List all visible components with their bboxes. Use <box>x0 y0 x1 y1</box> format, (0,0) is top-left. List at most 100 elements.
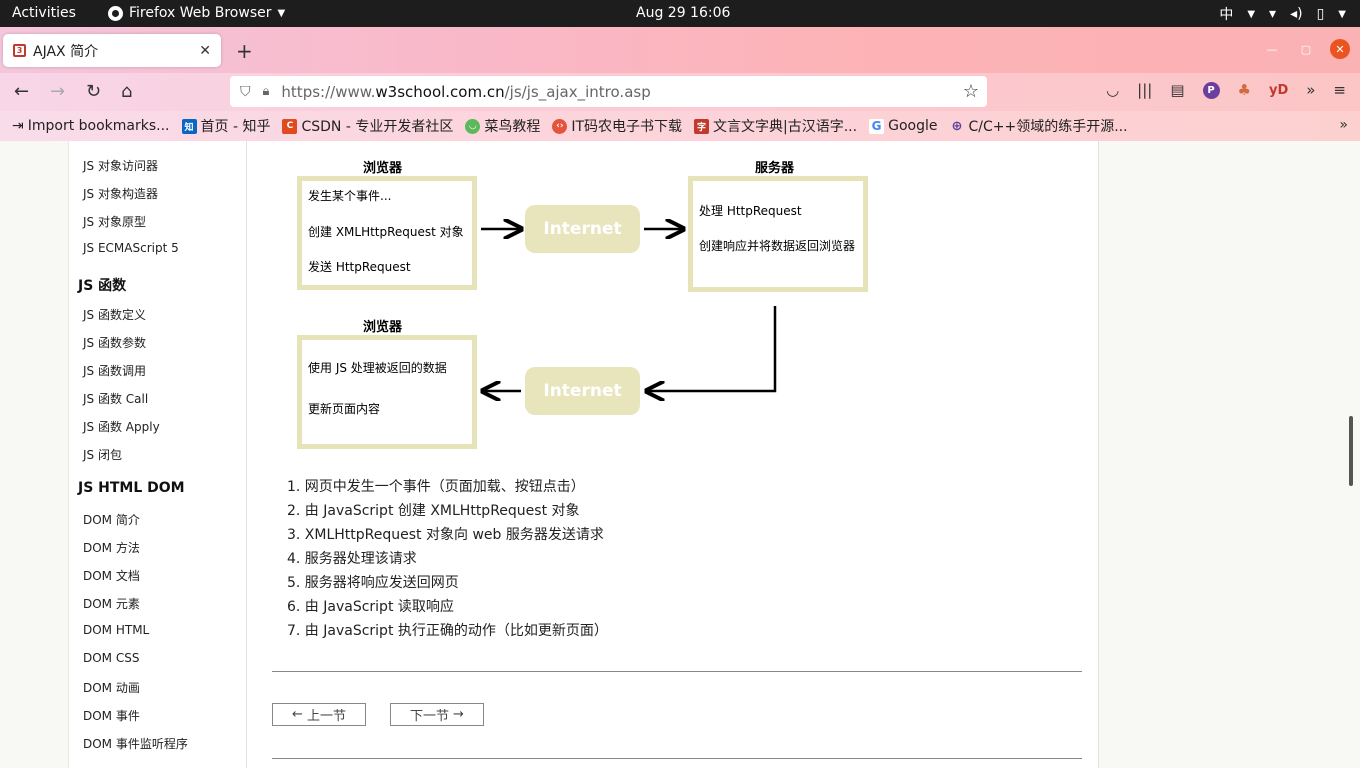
navigation-bar: ← → ↻ ⌂ ⛉ 🔒︎ https://www.w3school.com.cn… <box>0 73 1360 111</box>
next-page-button[interactable]: 下一节 → <box>390 703 484 726</box>
zhihu-icon: 知 <box>181 118 197 134</box>
arrow-right-icon: → <box>453 707 464 722</box>
itbook-icon: ‹› <box>552 118 568 134</box>
sidebar-item[interactable]: JS 函数调用 <box>83 362 146 379</box>
lock-icon[interactable]: 🔒︎ <box>263 84 270 99</box>
diagram-arrows <box>297 151 777 456</box>
sidebar-item[interactable]: DOM 方法 <box>83 539 140 556</box>
bookmark-item[interactable]: 字文言文字典|古汉语字... <box>694 116 857 136</box>
scrollbar-thumb[interactable] <box>1349 416 1353 486</box>
bookmark-item[interactable]: G Google <box>869 118 937 134</box>
sidebar-item[interactable]: JS 函数 Call <box>83 390 148 407</box>
divider <box>272 758 1082 759</box>
extension-tree-icon[interactable]: ♣ <box>1238 81 1251 99</box>
app-menu[interactable]: Firefox Web Browser ▼ <box>108 5 285 21</box>
list-item: 3. XMLHttpRequest 对象向 web 服务器发送请求 <box>287 527 604 543</box>
sidebar-item[interactable]: DOM 简介 <box>83 511 140 528</box>
forward-icon[interactable]: → <box>50 81 65 102</box>
youdao-icon[interactable]: yD <box>1269 83 1288 98</box>
bookmark-star-icon[interactable]: ☆ <box>963 81 979 102</box>
list-item: 7. 由 JavaScript 执行正确的动作（比如更新页面） <box>287 623 608 639</box>
sidebar-item[interactable]: DOM CSS <box>83 651 139 665</box>
reload-icon[interactable]: ↻ <box>86 81 101 102</box>
system-top-bar: Activities Firefox Web Browser ▼ Aug 29 … <box>0 0 1360 27</box>
bookmark-item[interactable]: ◡ 菜鸟教程 <box>465 116 540 136</box>
hamburger-menu-icon[interactable]: ≡ <box>1333 81 1346 99</box>
wifi-icon[interactable]: ▾ <box>1269 6 1276 22</box>
input-method-indicator[interactable]: 中 <box>1219 4 1233 24</box>
firefox-icon <box>108 5 123 21</box>
url-bar[interactable]: ⛉ 🔒︎ https://www.w3school.com.cn/js/js_a… <box>230 76 987 107</box>
system-tray[interactable]: 中 ▼ ▾ ◂) ▯ ▼ <box>1219 4 1346 24</box>
extension-p-icon[interactable]: P <box>1202 81 1220 99</box>
sidebar-item[interactable]: JS 函数定义 <box>83 306 146 323</box>
library-icon[interactable]: ||| <box>1137 81 1152 99</box>
minimize-icon[interactable]: — <box>1262 39 1282 59</box>
maximize-icon[interactable]: ▢ <box>1296 39 1316 59</box>
globe-icon: ⊕ <box>951 118 963 134</box>
sidebar-heading-dom: JS HTML DOM <box>78 480 185 496</box>
toolbar-icons: ◡ ||| ▤ P ♣ yD » ≡ <box>1106 81 1346 99</box>
home-icon[interactable]: ⌂ <box>121 81 132 102</box>
list-item: 6. 由 JavaScript 读取响应 <box>287 599 454 615</box>
sidebar-item[interactable]: DOM 动画 <box>83 679 140 696</box>
new-tab-button[interactable]: + <box>236 39 253 63</box>
bookmark-item[interactable]: ⇥ Import bookmarks... <box>12 118 170 134</box>
activities-button[interactable]: Activities <box>12 5 76 21</box>
arrow-return <box>647 306 777 391</box>
sidebar-heading-functions: JS 函数 <box>78 278 127 294</box>
sidebar-item[interactable]: JS 对象构造器 <box>83 185 158 202</box>
sidebar-item[interactable]: JS 函数 Apply <box>83 418 160 435</box>
sidebar-item[interactable]: DOM 事件监听程序 <box>83 735 188 752</box>
sidebar-item[interactable]: DOM HTML <box>83 623 149 637</box>
list-item: 5. 服务器将响应发送回网页 <box>287 575 459 591</box>
app-name: Firefox Web Browser <box>129 5 272 21</box>
divider <box>272 671 1082 672</box>
page-content: JS 对象访问器 JS 对象构造器 JS 对象原型 JS ECMAScript … <box>0 141 1360 768</box>
ajax-diagram: 浏览器 服务器 发生某个事件... 创建 XMLHttpRequest 对象 发… <box>297 151 873 456</box>
list-item: 4. 服务器处理该请求 <box>287 551 417 567</box>
sidebar-item[interactable]: JS 闭包 <box>83 446 122 463</box>
csdn-icon: C <box>282 118 298 134</box>
chevron-down-icon: ▼ <box>1338 8 1346 20</box>
prev-page-button[interactable]: ← 上一节 <box>272 703 366 726</box>
battery-icon[interactable]: ▯ <box>1317 6 1325 22</box>
sidebar-icon[interactable]: ▤ <box>1170 81 1184 99</box>
close-window-icon[interactable]: ✕ <box>1330 39 1350 59</box>
clock[interactable]: Aug 29 16:06 <box>636 5 730 21</box>
tab-ajax-intro[interactable]: 3 AJAX 简介 ✕ <box>3 34 221 67</box>
pocket-icon[interactable]: ◡ <box>1106 81 1119 99</box>
import-icon: ⇥ <box>12 118 24 134</box>
list-item: 1. 网页中发生一个事件（页面加载、按钮点击） <box>287 479 585 495</box>
google-icon: G <box>869 118 885 134</box>
dict-icon: 字 <box>694 118 710 134</box>
bookmark-item[interactable]: ‹› IT码农电子书下载 <box>552 116 682 136</box>
close-tab-icon[interactable]: ✕ <box>199 43 211 59</box>
sidebar-item[interactable]: JS ECMAScript 5 <box>83 241 179 255</box>
w3school-favicon-icon: 3 <box>13 44 26 57</box>
bookmarks-bar: ⇥ Import bookmarks... 知首页 - 知乎 C CSDN - 专业… <box>0 111 1360 141</box>
volume-icon[interactable]: ◂) <box>1290 6 1303 22</box>
url-text[interactable]: https://www.w3school.com.cn/js/js_ajax_i… <box>281 83 650 101</box>
right-column <box>1098 141 1343 768</box>
arrow-left-icon: ← <box>292 707 303 722</box>
more-tools-icon[interactable]: » <box>1306 81 1315 99</box>
sidebar-item[interactable]: DOM 文档 <box>83 567 140 584</box>
bookmark-item[interactable]: C CSDN - 专业开发者社区 <box>282 116 453 136</box>
bookmark-item[interactable]: 知首页 - 知乎 <box>181 116 270 136</box>
back-icon[interactable]: ← <box>14 81 29 102</box>
sidebar-item[interactable]: JS 对象访问器 <box>83 157 158 174</box>
chevron-down-icon: ▼ <box>1247 8 1256 20</box>
main-content: 浏览器 服务器 发生某个事件... 创建 XMLHttpRequest 对象 发… <box>247 141 1098 768</box>
bookmark-item[interactable]: ⊕ C/C++领域的练手开源... <box>949 116 1128 136</box>
tab-title: AJAX 简介 <box>33 43 99 60</box>
sidebar-nav: JS 对象访问器 JS 对象构造器 JS 对象原型 JS ECMAScript … <box>68 141 247 768</box>
tab-strip: 3 AJAX 简介 ✕ + — ▢ ✕ <box>0 27 1360 73</box>
sidebar-item[interactable]: JS 对象原型 <box>83 213 146 230</box>
list-item: 2. 由 JavaScript 创建 XMLHttpRequest 对象 <box>287 503 580 519</box>
bookmarks-overflow-icon[interactable]: » <box>1339 117 1348 133</box>
sidebar-item[interactable]: DOM 元素 <box>83 595 140 612</box>
sidebar-item[interactable]: DOM 事件 <box>83 707 140 724</box>
sidebar-item[interactable]: JS 函数参数 <box>83 334 146 351</box>
tracking-shield-icon[interactable]: ⛉ <box>240 84 251 100</box>
